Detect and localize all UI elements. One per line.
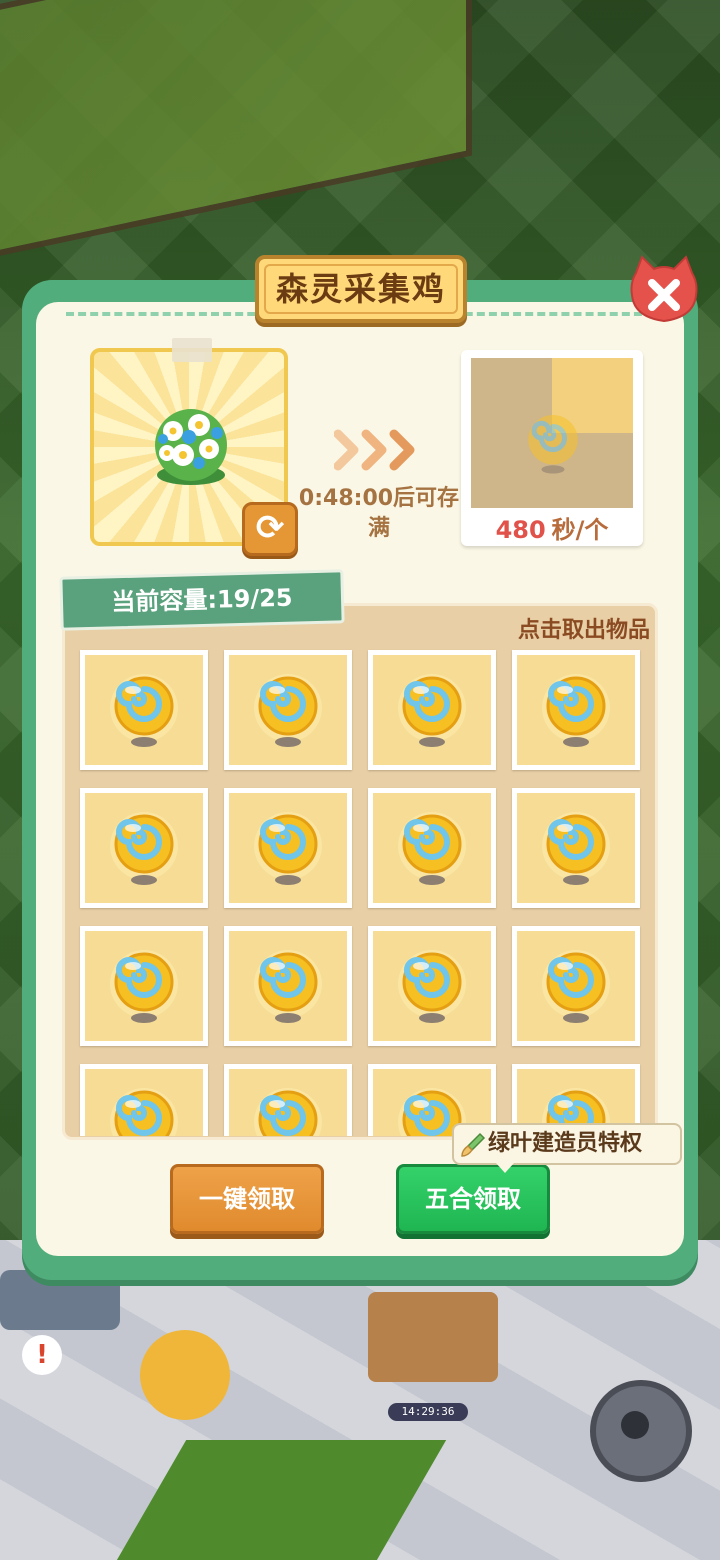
- golden-orb-icon: [398, 674, 466, 747]
- rate-value: 480: [495, 516, 546, 544]
- refresh-icon: ⟳: [255, 508, 285, 548]
- title-plate: 森灵采集鸡: [255, 255, 467, 323]
- golden-orb-icon: [110, 674, 178, 747]
- golden-orb-icon: [254, 674, 322, 747]
- collect-all-button[interactable]: 一键领取: [170, 1164, 324, 1234]
- golden-orb-icon: [542, 674, 610, 747]
- golden-orb-icon: [254, 812, 322, 885]
- item-slot[interactable]: [368, 788, 496, 908]
- shop-stall: [368, 1292, 498, 1382]
- chick-character: [140, 1330, 230, 1420]
- production-rate: 480 秒/个: [461, 510, 643, 545]
- golden-orb-icon: [254, 1088, 322, 1136]
- golden-orb-icon: [110, 1088, 178, 1136]
- item-slot[interactable]: [224, 788, 352, 908]
- brush-icon: [461, 1132, 486, 1157]
- privilege-label: 绿叶建造员特权: [488, 1131, 643, 1156]
- item-slot[interactable]: [512, 650, 640, 770]
- item-slot[interactable]: [80, 926, 208, 1046]
- item-slot[interactable]: [512, 788, 640, 908]
- golden-orb-icon: [528, 414, 578, 474]
- golden-orb-icon: [542, 812, 610, 885]
- arrow-icon: [334, 429, 415, 471]
- item-slot[interactable]: [224, 926, 352, 1046]
- item-slot[interactable]: [80, 788, 208, 908]
- item-slot[interactable]: [80, 1064, 208, 1136]
- rate-unit: 秒/个: [551, 516, 609, 544]
- item-slot[interactable]: [512, 926, 640, 1046]
- item-grid-viewport[interactable]: [78, 648, 646, 1136]
- film-projector-icon[interactable]: [590, 1380, 692, 1482]
- output-item-card: 480 秒/个: [461, 350, 643, 546]
- golden-orb-icon: [254, 950, 322, 1023]
- item-slot[interactable]: [80, 650, 208, 770]
- tape-decoration: [172, 338, 212, 362]
- item-slot[interactable]: [368, 650, 496, 770]
- five-merge-button[interactable]: 五合领取: [396, 1164, 550, 1234]
- flower-bush-icon: [155, 409, 227, 485]
- item-slot[interactable]: [368, 926, 496, 1046]
- tap-hint: 点击取出物品: [517, 618, 650, 643]
- refresh-button[interactable]: ⟳: [242, 502, 298, 556]
- golden-orb-icon: [398, 812, 466, 885]
- dialog-title: 森灵采集鸡: [275, 270, 446, 308]
- capacity-banner: 当前容量:19/25: [59, 569, 345, 631]
- close-button[interactable]: [628, 255, 700, 327]
- alert-icon[interactable]: !: [22, 1335, 62, 1375]
- item-slot[interactable]: [224, 1064, 352, 1136]
- golden-orb-icon: [110, 812, 178, 885]
- close-icon: [630, 255, 698, 323]
- timer-label: 14:29:36: [388, 1403, 468, 1421]
- golden-orb-icon: [542, 950, 610, 1023]
- fill-time-text: 0:48:00后可存满: [298, 486, 460, 541]
- golden-orb-icon: [398, 950, 466, 1023]
- production-progress: [471, 358, 633, 508]
- privilege-badge: 绿叶建造员特权: [452, 1123, 682, 1173]
- golden-orb-icon: [110, 950, 178, 1023]
- item-slot[interactable]: [224, 650, 352, 770]
